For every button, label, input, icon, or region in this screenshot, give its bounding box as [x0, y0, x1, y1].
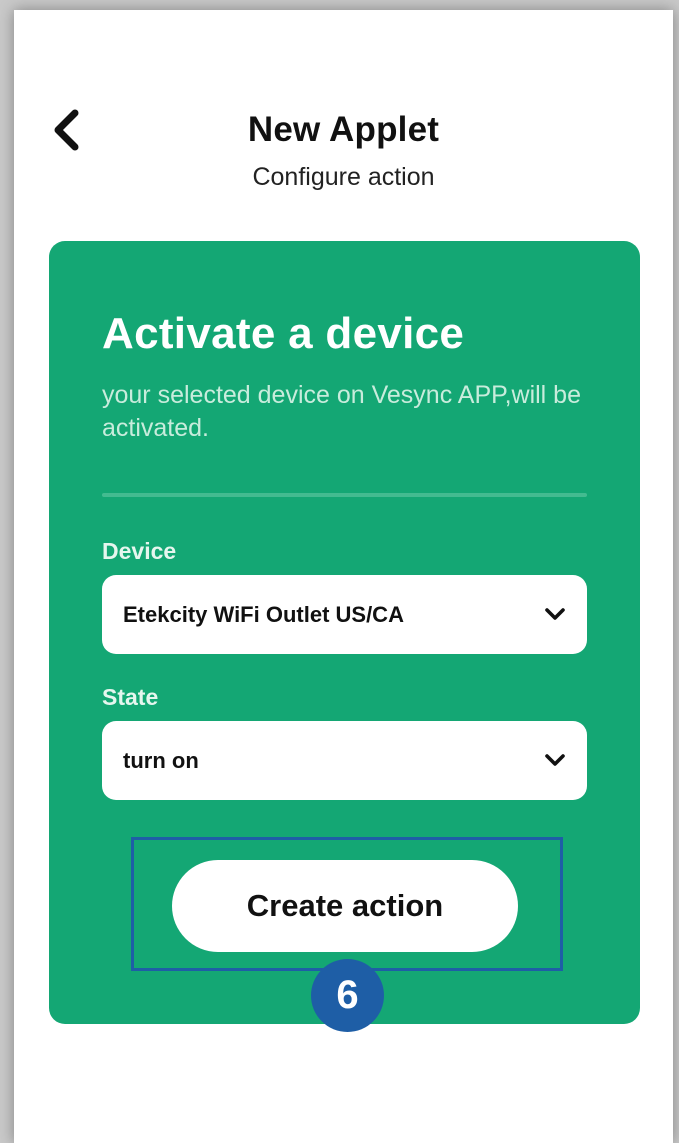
chevron-down-icon: [545, 608, 565, 620]
page-title: New Applet: [247, 110, 440, 149]
divider: [102, 493, 587, 497]
state-label: State: [102, 684, 159, 710]
device-select[interactable]: Etekcity WiFi Outlet US/CA: [102, 575, 587, 654]
step-badge: 6: [311, 959, 384, 1032]
header: New Applet Configure action: [14, 10, 673, 210]
create-action-button[interactable]: Create action: [172, 860, 518, 952]
chevron-down-icon: [545, 754, 565, 766]
state-select-value: turn on: [123, 748, 199, 773]
page-subtitle: Configure action: [252, 163, 435, 191]
app-screen: New Applet Configure action Activate a d…: [14, 10, 673, 1143]
device-select-value: Etekcity WiFi Outlet US/CA: [123, 602, 404, 627]
card-title: Activate a device: [102, 309, 465, 358]
card-description: your selected device on Vesync APP,will …: [102, 381, 581, 442]
action-card: Activate a device your selected device o…: [49, 241, 640, 1032]
state-select[interactable]: turn on: [102, 721, 587, 800]
device-label: Device: [102, 538, 177, 564]
